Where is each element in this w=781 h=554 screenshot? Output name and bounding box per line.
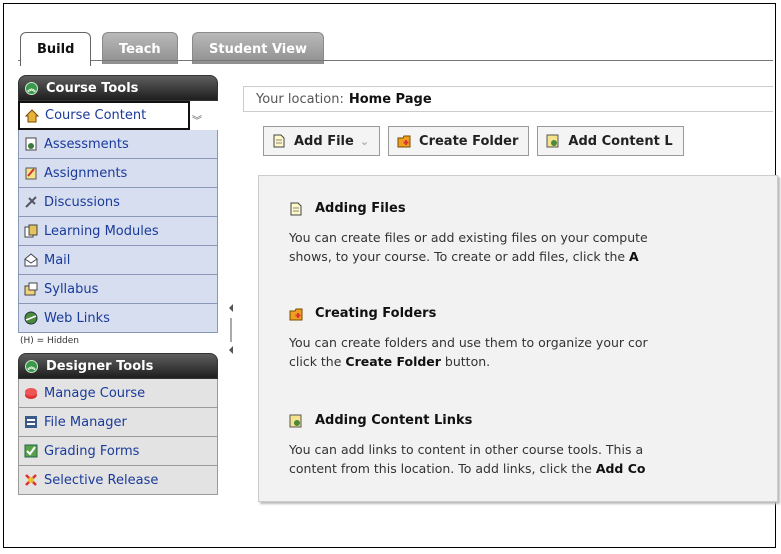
adding-files-text: You can create files or add existing fil… (289, 230, 648, 264)
sidebar-item-mail[interactable]: Mail (18, 246, 218, 275)
help-panel: Adding Files You can create files or add… (258, 175, 778, 502)
sidebar-item-discussions[interactable]: Discussions (18, 188, 218, 217)
sidebar-item-grading-forms[interactable]: Grading Forms (18, 437, 218, 466)
sidebar-item-selective-release[interactable]: Selective Release (18, 466, 218, 495)
sidebar-item-label: Mail (44, 252, 71, 268)
add-file-label: Add File (294, 133, 354, 149)
creating-folders-text: You can create folders and use them to o… (289, 335, 648, 369)
course-tools-header[interactable]: ︽ Course Tools (18, 75, 218, 101)
sidebar-item-label: Manage Course (44, 385, 146, 401)
hidden-legend: (H) = Hidden (20, 336, 79, 346)
web-link-icon (23, 311, 38, 326)
sidebar-item-label: Grading Forms (44, 443, 140, 459)
tab-build[interactable]: Build (20, 32, 92, 66)
sidebar-item-course-content[interactable]: Course Content (18, 101, 190, 130)
sidebar-item-manage-course[interactable]: Manage Course (18, 379, 218, 408)
collapse-circle-icon[interactable]: ︽ (25, 81, 38, 95)
breadcrumb: Your location: Home Page (243, 86, 773, 112)
sidebar-item-label: Assignments (44, 165, 128, 181)
designer-tools-panel: ︽ Designer Tools Manage Course File Mana… (18, 353, 218, 495)
collapse-circle-icon[interactable]: ︽ (25, 359, 38, 373)
sidebar-item-assignments[interactable]: Assignments (18, 159, 218, 188)
sidebar-item-assessments[interactable]: Assessments (18, 130, 218, 159)
sidebar-item-syllabus[interactable]: Syllabus (18, 275, 218, 304)
adding-content-links-section: Adding Content Links You can add links t… (289, 413, 769, 478)
home-icon (24, 108, 39, 123)
file-icon (272, 133, 286, 149)
section-heading: Adding Files (289, 201, 769, 216)
panel-splitter[interactable] (228, 302, 234, 362)
content-link-icon (289, 413, 303, 428)
file-manager-icon (23, 415, 38, 430)
folder-icon (397, 133, 411, 149)
creating-folders-title: Creating Folders (315, 306, 437, 321)
adding-files-section: Adding Files You can create files or add… (289, 201, 769, 266)
add-file-button[interactable]: Add File ⌄ (263, 126, 381, 156)
file-icon (289, 201, 303, 216)
adding-links-text: You can add links to content in other co… (289, 442, 646, 476)
section-heading: Adding Content Links (289, 413, 769, 428)
discussion-icon (23, 195, 38, 210)
sidebar-item-label: Course Content (45, 108, 147, 123)
location-page: Home Page (348, 91, 432, 107)
sidebar-item-label: Web Links (44, 310, 110, 326)
sidebar-item-learning-modules[interactable]: Learning Modules (18, 217, 218, 246)
mail-icon (23, 253, 38, 268)
sidebar-item-label: Assessments (44, 136, 129, 152)
tab-divider (18, 60, 773, 61)
creating-folders-section: Creating Folders You can create folders … (289, 306, 769, 371)
designer-tools-header[interactable]: ︽ Designer Tools (18, 353, 218, 379)
sidebar-item-label: File Manager (44, 414, 127, 430)
grading-forms-icon (23, 444, 38, 459)
chevron-down-icon[interactable]: ︾ (192, 112, 202, 127)
manage-course-icon (23, 386, 38, 401)
sidebar-item-label: Syllabus (44, 281, 99, 297)
adding-links-title: Adding Content Links (315, 413, 473, 428)
add-content-link-label: Add Content L (568, 133, 673, 149)
chevron-down-icon[interactable]: ⌄ (360, 135, 369, 148)
module-icon (23, 224, 38, 239)
sidebar-item-label: Learning Modules (44, 223, 159, 239)
sidebar-item-label: Selective Release (44, 472, 159, 488)
selective-release-icon (23, 473, 38, 488)
sidebar: ︽ Course Tools Course Content Assessment… (18, 75, 218, 495)
assessment-icon (23, 137, 38, 152)
create-folder-button[interactable]: Create Folder (388, 126, 530, 156)
designer-tools-title: Designer Tools (46, 358, 154, 374)
assignment-icon (23, 166, 38, 181)
toolbar: Add File ⌄ Create Folder Add Content L (243, 115, 773, 167)
content-link-icon (546, 133, 560, 149)
folder-icon (289, 306, 303, 321)
create-folder-label: Create Folder (419, 133, 519, 149)
section-heading: Creating Folders (289, 306, 769, 321)
syllabus-icon (23, 282, 38, 297)
course-tools-title: Course Tools (46, 80, 139, 96)
adding-files-title: Adding Files (315, 201, 406, 216)
sidebar-item-label: Discussions (44, 194, 120, 210)
sidebar-item-file-manager[interactable]: File Manager (18, 408, 218, 437)
sidebar-item-web-links[interactable]: Web Links (18, 304, 218, 333)
add-content-link-button[interactable]: Add Content L (537, 126, 684, 156)
location-prefix: Your location: (256, 91, 344, 107)
